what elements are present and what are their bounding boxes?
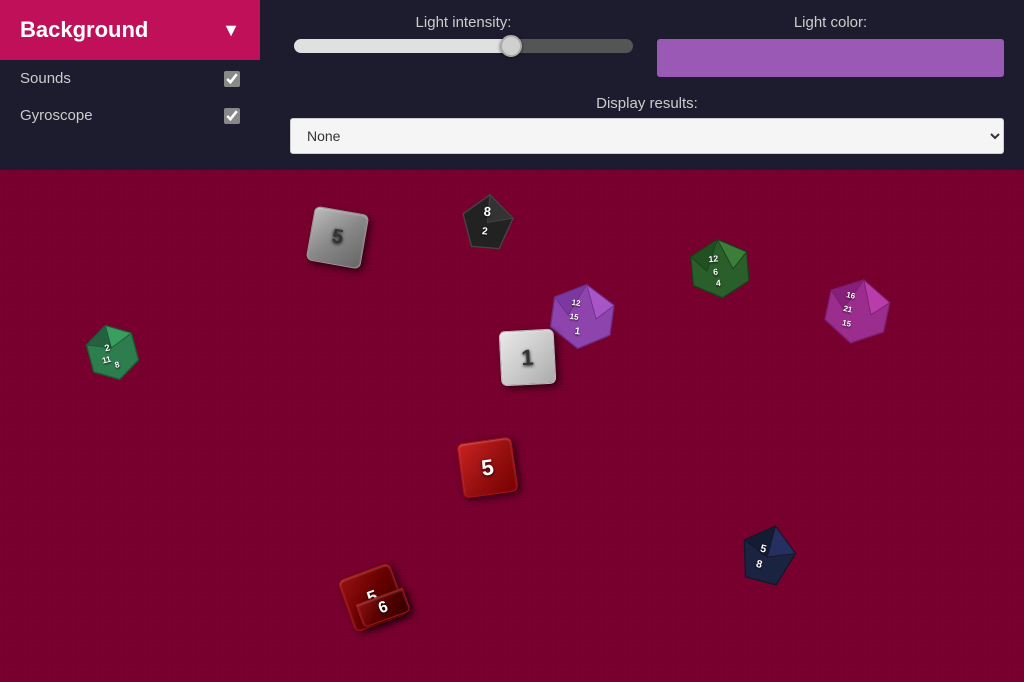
- slider-container: [290, 39, 637, 58]
- gyroscope-label: Gyroscope: [20, 107, 93, 124]
- background-button[interactable]: Background ▼: [0, 0, 260, 60]
- die-darkgreen-d20[interactable]: 12 6 4: [682, 232, 758, 308]
- light-color-label: Light color:: [794, 14, 867, 31]
- dice-scene[interactable]: 2 11 8 5 8 2 12 6: [0, 170, 1024, 682]
- svg-text:6: 6: [713, 267, 719, 277]
- die-darkblue-d8[interactable]: 5 8: [722, 512, 814, 604]
- top-bar: Background ▼ Sounds Gyroscope Light inte…: [0, 0, 1024, 170]
- display-results-label: Display results:: [290, 95, 1004, 112]
- app-container: Background ▼ Sounds Gyroscope Light inte…: [0, 0, 1024, 682]
- light-intensity-slider[interactable]: [294, 39, 633, 53]
- sounds-checkbox[interactable]: [224, 71, 240, 87]
- right-panel: Light intensity: Light color: Display re…: [260, 0, 1024, 170]
- background-label: Background: [20, 17, 148, 43]
- light-color-swatch[interactable]: [657, 39, 1004, 77]
- die-gray-d6[interactable]: 5: [306, 206, 370, 270]
- die-red-d6[interactable]: 5: [456, 436, 518, 498]
- display-results-section: Display results: None Sum Individual Sum…: [290, 95, 1004, 154]
- light-color-section: Light color:: [657, 14, 1004, 77]
- svg-text:12: 12: [708, 253, 719, 264]
- svg-text:4: 4: [715, 278, 721, 288]
- die-white-d6[interactable]: 1: [499, 329, 557, 387]
- die-green-d10[interactable]: 2 11 8: [73, 313, 153, 393]
- die-pink-d20[interactable]: 16 21 15: [813, 268, 902, 357]
- gyroscope-checkbox[interactable]: [224, 108, 240, 124]
- light-intensity-label: Light intensity:: [416, 14, 512, 31]
- chevron-down-icon: ▼: [222, 20, 240, 41]
- sounds-row: Sounds: [0, 60, 260, 97]
- gyroscope-row: Gyroscope: [0, 97, 260, 134]
- display-results-select[interactable]: None Sum Individual Sum + Individual: [290, 118, 1004, 154]
- left-panel: Background ▼ Sounds Gyroscope: [0, 0, 260, 170]
- sounds-label: Sounds: [20, 70, 71, 87]
- die-dark-d8[interactable]: 8 2: [452, 187, 522, 257]
- light-intensity-section: Light intensity:: [290, 14, 657, 58]
- controls-top: Light intensity: Light color:: [290, 14, 1004, 77]
- svg-text:8: 8: [483, 204, 492, 220]
